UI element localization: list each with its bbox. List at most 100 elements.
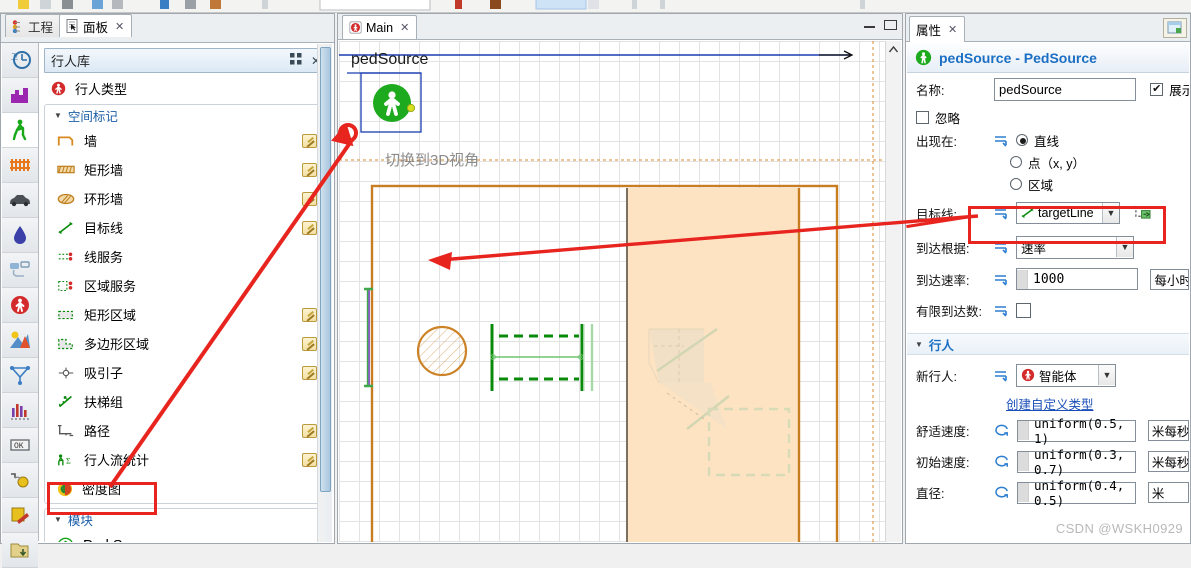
rail-icon-process-modeling[interactable] <box>2 78 38 113</box>
tab-properties-close[interactable]: ✕ <box>948 23 957 36</box>
create-custom-type-link[interactable]: 创建自定义类型 <box>1006 394 1094 413</box>
tab-main[interactable]: Main ✕ <box>342 15 418 39</box>
rail-icon-fluid-library[interactable] <box>2 218 38 253</box>
minimize-button[interactable] <box>863 19 876 31</box>
rail-icon-rail-library[interactable] <box>2 148 38 183</box>
tab-palette-thumbnail[interactable] <box>1163 18 1187 38</box>
arrival-rate-input[interactable]: 1000 <box>1016 268 1139 290</box>
controls-icon: OK <box>10 439 30 451</box>
model-canvas[interactable]: pedSource 切换到3D视角 <box>339 41 901 542</box>
edit-pencil-icon[interactable] <box>302 191 317 206</box>
rail-icon-connectivity[interactable] <box>2 358 38 393</box>
palette-item-ring-wall[interactable]: 环形墙 <box>45 184 327 213</box>
reset-to-default-icon[interactable] <box>994 454 1011 469</box>
rail-icon-material-handling[interactable] <box>2 253 38 288</box>
group-header-space-markup[interactable]: ▼ 空间标记 <box>45 105 327 126</box>
palette-item-ped-type[interactable]: 行人类型 <box>39 75 333 102</box>
palette-item-wall[interactable]: 墙 <box>45 126 327 155</box>
palette-item-density-map[interactable]: 密度图 <box>45 474 327 503</box>
diameter-unit[interactable]: 米 <box>1147 482 1189 503</box>
palette-item-attractor[interactable]: 吸引子 <box>45 358 327 387</box>
comfort-speed-unit[interactable]: 米每秒 <box>1147 420 1189 441</box>
tab-project[interactable]: 工程 <box>5 14 62 37</box>
tab-main-close[interactable]: ✕ <box>400 21 409 34</box>
comfort-speed-input[interactable]: uniform(0.5, 1) <box>1017 416 1136 446</box>
ped-source-green-icon <box>373 84 416 122</box>
palette-item-ped-flow-statistics[interactable]: Σ 行人流统计 <box>45 445 327 474</box>
editor-window-buttons[interactable] <box>863 19 897 31</box>
target-line-icon <box>58 221 73 234</box>
rail-icon-action-chart[interactable] <box>2 498 38 533</box>
rail-icon-road-traffic-library[interactable] <box>2 183 38 218</box>
chevron-down-icon[interactable]: ▼ <box>1116 237 1133 257</box>
edit-pencil-icon[interactable] <box>302 423 317 438</box>
limited-arrivals-checkbox[interactable] <box>1016 302 1031 318</box>
ignore-checkbox[interactable] <box>916 110 929 124</box>
maximize-button[interactable] <box>884 19 897 31</box>
rail-icon-analysis[interactable] <box>2 323 38 358</box>
pick-from-canvas-icon[interactable] <box>1134 204 1151 223</box>
arrival-basis-value: 速率 <box>1021 241 1047 256</box>
chevron-down-icon[interactable]: ▼ <box>1102 203 1119 223</box>
tab-palette[interactable]: 面板 ✕ <box>59 14 133 37</box>
tab-palette-close[interactable]: ✕ <box>115 20 124 33</box>
palette-item-line-service[interactable]: 线服务 <box>45 242 327 271</box>
rail-icon-controls[interactable]: OK <box>2 428 38 463</box>
new-pedestrian-combo[interactable]: 智能体 ▼ <box>1016 363 1116 387</box>
edit-pencil-icon[interactable] <box>302 336 317 351</box>
diameter-input[interactable]: uniform(0.4, 0.5) <box>1017 478 1136 508</box>
dynamic-value-icon[interactable] <box>994 240 1010 254</box>
palette-library-rail[interactable]: 卫 OK <box>2 43 39 568</box>
edit-pencil-icon[interactable] <box>302 365 317 380</box>
edit-pencil-icon[interactable] <box>302 307 317 322</box>
section-pedestrian[interactable]: ▼ 行人 <box>907 333 1189 355</box>
radio-point[interactable] <box>1010 156 1022 168</box>
rail-icon-pedestrian-agent[interactable] <box>2 288 38 323</box>
canvas-hint-3d[interactable]: 切换到3D视角 <box>385 149 479 170</box>
palette-item-area-service[interactable]: 区域服务 <box>45 271 327 300</box>
dynamic-value-icon[interactable] <box>994 368 1010 382</box>
initial-speed-unit[interactable]: 米每秒 <box>1147 451 1189 472</box>
rail-icon-presentation[interactable]: 卫 <box>2 43 38 78</box>
palette-item-rect-wall[interactable]: 矩形墙 <box>45 155 327 184</box>
palette-item-escalator-group[interactable]: 扶梯组 <box>45 387 327 416</box>
initial-speed-input[interactable]: uniform(0.3, 0.7) <box>1017 447 1136 477</box>
tab-properties[interactable]: 属性 ✕ <box>909 16 966 42</box>
palette-item-path[interactable]: 路径 <box>45 416 327 445</box>
scroll-up-arrow[interactable] <box>886 41 901 57</box>
rail-icon-project-folder[interactable] <box>2 533 38 568</box>
edit-pencil-icon[interactable] <box>302 162 317 177</box>
canvas-vertical-scrollbar[interactable] <box>885 41 901 542</box>
chevron-down-icon[interactable]: ▼ <box>1098 365 1115 385</box>
rail-icon-presentation-objects[interactable] <box>2 463 38 498</box>
palette-library-header[interactable]: 行人库 ✕ <box>44 48 328 73</box>
edit-pencil-icon[interactable] <box>302 452 317 467</box>
palette-item-polygon-area[interactable]: 多边形区域 <box>45 329 327 358</box>
dynamic-value-icon[interactable] <box>994 133 1010 147</box>
group-header-modules[interactable]: ▼ 模块 <box>45 509 327 530</box>
edit-pencil-icon[interactable] <box>302 133 317 148</box>
rail-icon-pedestrian-library[interactable] <box>2 113 38 148</box>
arrival-basis-combo[interactable]: 速率 ▼ <box>1016 235 1134 259</box>
target-line-combo[interactable]: targetLine ▼ <box>1016 202 1120 224</box>
name-input[interactable]: pedSource <box>994 77 1137 101</box>
dynamic-value-icon[interactable] <box>994 272 1010 286</box>
radio-area[interactable] <box>1010 178 1022 190</box>
palette-item-target-line[interactable]: 目标线 <box>45 213 327 242</box>
palette-scrollbar[interactable] <box>317 44 332 542</box>
ring-wall-shape <box>416 325 468 377</box>
dynamic-value-icon[interactable] <box>994 206 1010 220</box>
edit-pencil-icon[interactable] <box>302 220 317 235</box>
dynamic-value-icon[interactable] <box>994 303 1010 317</box>
main-toolbar[interactable] <box>0 0 1191 13</box>
palette-item-ped-source[interactable]: Ped Source <box>45 530 327 542</box>
reset-to-default-icon[interactable] <box>994 485 1011 500</box>
rail-icon-statistics[interactable] <box>2 393 38 428</box>
show-checkbox[interactable]: ✔ <box>1150 82 1164 96</box>
radio-straight-line[interactable] <box>1016 134 1028 146</box>
reset-to-default-icon[interactable] <box>994 423 1011 438</box>
palette-scrollbar-thumb[interactable] <box>320 47 331 492</box>
palette-item-rect-area[interactable]: 矩形区域 <box>45 300 327 329</box>
grid-view-icon[interactable] <box>289 53 302 68</box>
arrival-rate-unit[interactable]: 每小时 <box>1150 268 1189 290</box>
